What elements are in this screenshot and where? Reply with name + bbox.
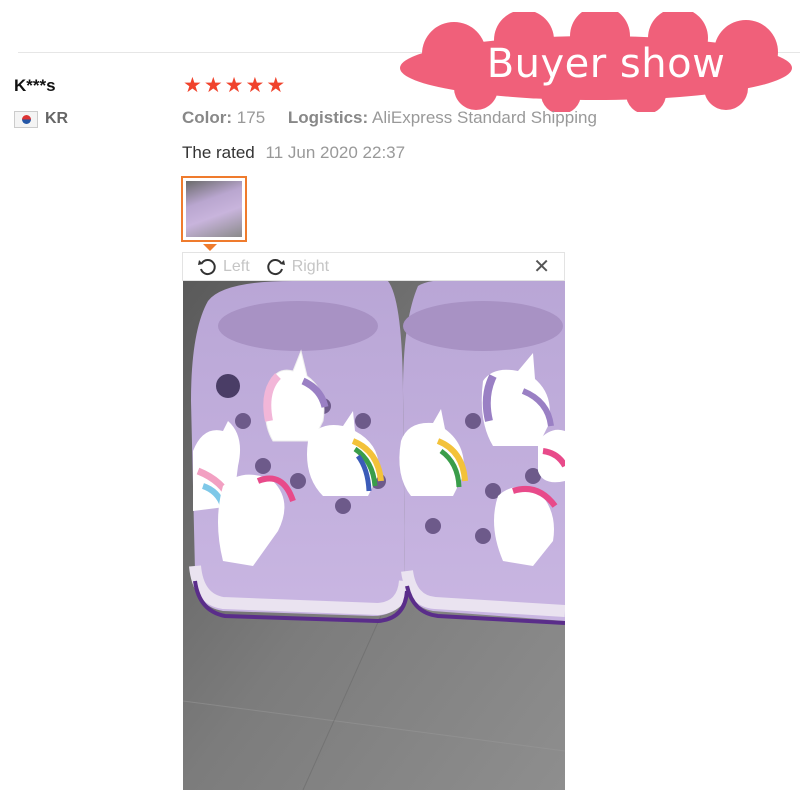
rotate-right-label: Right — [291, 257, 330, 275]
image-viewer-toolbar: Left Right ✕ — [182, 252, 565, 281]
star-icon: ★ — [266, 74, 286, 97]
rotate-right-button[interactable]: Right — [266, 257, 329, 277]
buyer-show-text: Buyer show — [486, 41, 726, 87]
star-icon: ★ — [245, 74, 265, 97]
photo-thumbnail[interactable] — [181, 176, 247, 242]
logistics-label: Logistics: — [287, 108, 369, 127]
rated-date: 11 Jun 2020 22:37 — [265, 143, 406, 162]
rated-line: The rated 11 Jun 2020 22:37 — [182, 143, 405, 163]
rated-label: The rated — [182, 143, 255, 162]
flag-icon — [14, 110, 38, 128]
review-photo — [182, 279, 568, 791]
close-icon[interactable]: ✕ — [533, 257, 550, 277]
country-code: KR — [45, 110, 69, 127]
star-icon: ★ — [203, 74, 223, 97]
reviewer-country: KR — [14, 110, 68, 128]
rotate-left-button[interactable]: Left — [197, 257, 250, 277]
rotate-right-icon — [267, 258, 285, 275]
logistics-value: AliExpress Standard Shipping — [371, 108, 597, 127]
thumbnail-image — [186, 181, 242, 237]
rotate-left-label: Left — [223, 257, 250, 275]
review-meta: Color: 175 Logistics: AliExpress Standar… — [182, 108, 597, 128]
rating-stars: ★ ★ ★ ★ ★ — [183, 75, 285, 97]
rotate-left-icon — [198, 258, 216, 275]
color-value: 175 — [236, 108, 266, 127]
thumbnail-pointer — [203, 244, 217, 251]
star-icon: ★ — [224, 74, 244, 97]
buyer-show-badge: Buyer show — [396, 12, 800, 112]
color-label: Color: — [182, 108, 233, 127]
reviewer-name: K***s — [14, 76, 56, 95]
star-icon: ★ — [183, 74, 202, 97]
